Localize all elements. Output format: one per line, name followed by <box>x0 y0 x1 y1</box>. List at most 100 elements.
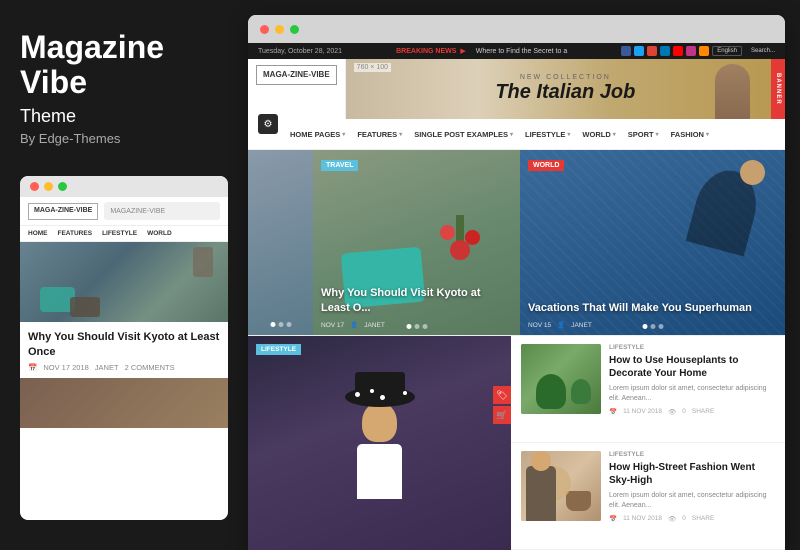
nav-lifestyle[interactable]: LIFESTYLE ▾ <box>525 130 570 139</box>
site-nav: ⚙ HOME PAGES ▾ FEATURES ▾ SINGLE POST EX… <box>248 119 785 150</box>
browser-minimize-icon[interactable] <box>275 25 284 34</box>
mini-menu-features[interactable]: FEATURES <box>58 230 93 237</box>
mini-bottom-image <box>20 378 228 428</box>
site-title: Magazine Vibe <box>20 30 228 100</box>
user-icon-small: 👤 <box>350 321 358 329</box>
twitter-icon[interactable] <box>634 46 644 56</box>
hero-section: TRAVEL Why You Should Visit Kyoto at Lea… <box>248 150 785 335</box>
nav-world[interactable]: WORLD ▾ <box>582 130 615 139</box>
views-icon: 👁 <box>668 515 676 523</box>
youtube-icon[interactable] <box>673 46 683 56</box>
chevron-down-icon: ▾ <box>613 131 616 138</box>
mini-address-text: MAGAZINE-VIBE <box>110 208 165 215</box>
site-logo[interactable]: MAGA-ZINE-VIBE <box>256 65 337 85</box>
hero-center-date: NOV 17 <box>321 322 344 329</box>
facebook-icon[interactable] <box>621 46 631 56</box>
pagination-dot[interactable] <box>414 324 419 329</box>
instagram-icon[interactable] <box>686 46 696 56</box>
article-thumb-2 <box>521 451 601 521</box>
rss-icon[interactable] <box>699 46 709 56</box>
nav-home-pages[interactable]: HOME PAGES ▾ <box>290 130 345 139</box>
maximize-icon[interactable] <box>58 182 67 191</box>
calendar-icon: 📅 <box>609 515 617 523</box>
site-by: By Edge-Themes <box>20 131 228 146</box>
views-icon: 👁 <box>668 408 676 416</box>
pagination-dot[interactable] <box>658 324 663 329</box>
chevron-down-icon: ▾ <box>342 131 345 138</box>
hero-center-badge: TRAVEL <box>321 160 358 171</box>
settings-icon[interactable]: ⚙ <box>258 114 278 134</box>
banner-sidebar-text: BANNER <box>775 73 781 105</box>
bottom-left-feature[interactable]: LIFESTYLE 🏷 🛒 <box>248 336 511 550</box>
nav-features[interactable]: FEATURES ▾ <box>357 130 402 139</box>
pagination-dot-active[interactable] <box>642 324 647 329</box>
nav-fashion[interactable]: FASHION ▾ <box>671 130 709 139</box>
hero-right-title: Vacations That Will Make You Superhuman <box>528 301 777 315</box>
mini-browser-titlebar <box>20 176 228 197</box>
hero-right-panel[interactable]: WORLD Vacations That Will Make You Super… <box>520 150 785 335</box>
site-header: MAGA-ZINE-VIBE 760 × 100 NEW COLLECTION … <box>248 59 785 119</box>
article-content-2: LIFESTYLE How High-Street Fashion Went S… <box>609 451 775 541</box>
pagination-dot[interactable] <box>650 324 655 329</box>
article-date-2: 11 NOV 2018 <box>623 515 662 522</box>
search-button[interactable]: Search... <box>751 48 775 54</box>
article-card-1[interactable]: LIFESTYLE How to Use Houseplants to Deco… <box>511 336 785 443</box>
browser-window: Tuesday, October 28, 2021 BREAKING NEWS … <box>248 15 785 550</box>
google-icon[interactable] <box>647 46 657 56</box>
top-social-icons: English Search... <box>621 46 775 56</box>
minimize-icon[interactable] <box>44 182 53 191</box>
hero-right-author: JANET <box>571 322 592 329</box>
calendar-icon: 📅 <box>609 408 617 416</box>
chevron-down-icon: ▾ <box>510 131 513 138</box>
cart-icon[interactable]: 🛒 <box>493 406 511 424</box>
share-label-1[interactable]: SHARE <box>692 408 714 415</box>
banner-area: 760 × 100 NEW COLLECTION The Italian Job… <box>346 59 785 119</box>
browser-titlebar <box>248 15 785 43</box>
hero-right-badge: WORLD <box>528 160 564 171</box>
hero-center-panel[interactable]: TRAVEL Why You Should Visit Kyoto at Lea… <box>313 150 520 335</box>
top-bar-date: Tuesday, October 28, 2021 <box>258 48 342 55</box>
mini-menu-bar: HOME FEATURES LIFESTYLE WORLD <box>20 226 228 242</box>
chevron-down-icon: ▾ <box>567 131 570 138</box>
pagination-dot[interactable] <box>422 324 427 329</box>
share-label-2[interactable]: SHARE <box>692 515 714 522</box>
hero-right-date: NOV 15 <box>528 322 551 329</box>
mini-address-bar[interactable]: MAGAZINE-VIBE <box>104 202 220 220</box>
mini-menu-home[interactable]: HOME <box>28 230 48 237</box>
article-views-1: 0 <box>682 408 686 415</box>
hero-center-pagination <box>406 324 427 329</box>
lifestyle-badge: LIFESTYLE <box>256 344 301 355</box>
mini-browser: MAGA-ZINE-VIBE MAGAZINE-VIBE HOME FEATUR… <box>20 176 228 520</box>
article-headline-2[interactable]: How High-Street Fashion Went Sky-High <box>609 461 775 487</box>
browser-close-icon[interactable] <box>260 25 269 34</box>
banner-title: The Italian Job <box>495 81 635 104</box>
chevron-down-icon: ▾ <box>656 131 659 138</box>
mini-author: JANET <box>95 363 119 372</box>
arrow-icon: ▶ <box>460 47 465 55</box>
mini-menu-world[interactable]: WORLD <box>147 230 172 237</box>
mini-menu-lifestyle[interactable]: LIFESTYLE <box>102 230 137 237</box>
close-icon[interactable] <box>30 182 39 191</box>
hero-left-bg <box>248 150 313 335</box>
mini-article-meta: 📅 NOV 17 2018 JANET 2 COMMENTS <box>20 363 228 372</box>
article-headline-1[interactable]: How to Use Houseplants to Decorate Your … <box>609 354 775 380</box>
banner-figure <box>715 59 765 119</box>
browser-maximize-icon[interactable] <box>290 25 299 34</box>
dot-inactive <box>286 322 291 327</box>
banner-sidebar: BANNER <box>771 59 785 119</box>
plants-image <box>521 344 601 414</box>
language-selector[interactable]: English <box>712 46 742 56</box>
banner-new-collection: NEW COLLECTION <box>520 74 611 81</box>
article-excerpt-2: Lorem ipsum dolor sit amet, consectetur … <box>609 491 775 511</box>
linkedin-icon[interactable] <box>660 46 670 56</box>
mini-content: Why You Should Visit Kyoto at Least Once… <box>20 242 228 520</box>
pagination-dot-active[interactable] <box>406 324 411 329</box>
chevron-down-icon: ▾ <box>706 131 709 138</box>
nav-sport[interactable]: SPORT ▾ <box>628 130 659 139</box>
article-card-2[interactable]: LIFESTYLE How High-Street Fashion Went S… <box>511 443 785 550</box>
article-meta-1: 📅 11 NOV 2018 👁 0 SHARE <box>609 408 775 416</box>
bookmark-icon[interactable]: 🏷 <box>493 386 511 404</box>
site-top-bar: Tuesday, October 28, 2021 BREAKING NEWS … <box>248 43 785 59</box>
action-icons: 🏷 🛒 <box>493 386 511 424</box>
nav-single-post[interactable]: SINGLE POST EXAMPLES ▾ <box>414 130 513 139</box>
